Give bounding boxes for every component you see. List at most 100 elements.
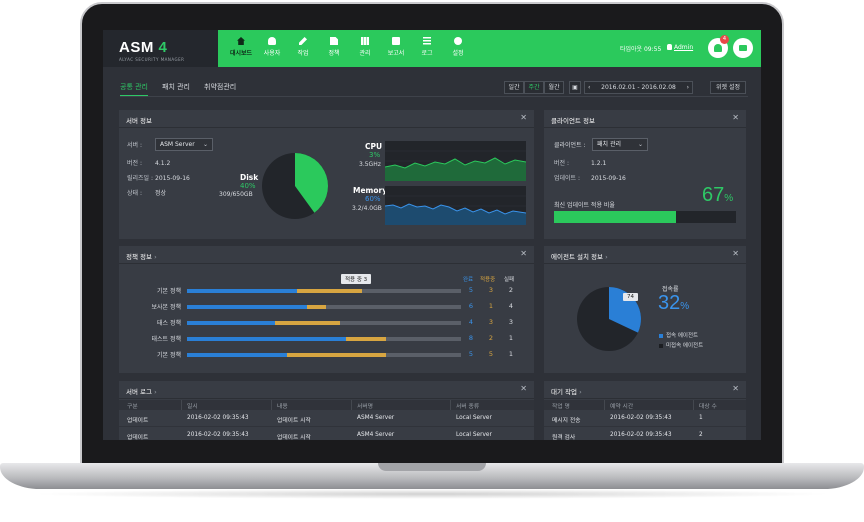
server-status-row: 상태 : 정상 [127, 190, 167, 197]
nav-item-label: 로그 [421, 50, 433, 57]
panel-header: 서버 로그 › ✕ [119, 381, 534, 399]
agent-info-panel: 에이전트 설치 정보 › ✕ 74 접속률 32% 접속 에이전트 미접속 에이… [544, 246, 746, 373]
panel-header: 서버 정보 ✕ [119, 110, 534, 128]
logo-number: 4 [158, 39, 168, 56]
tab-common[interactable]: 공통 관리 [120, 82, 148, 96]
policy-bar-progress [286, 353, 387, 357]
nav-item-0[interactable]: 대시보드 [226, 37, 256, 57]
server-select[interactable]: ASM Server ⌄ [155, 138, 213, 151]
close-icon[interactable]: ✕ [520, 250, 527, 258]
log-content: 업데이트 시작 [277, 418, 311, 424]
logo[interactable]: ASM 4 [119, 39, 167, 56]
tabs-divider [120, 96, 748, 97]
screen: ASM 4 ALYAC SECURITY MANAGER 대시보드 사용자 작업정책… [103, 30, 761, 440]
cpu-area-chart [385, 141, 526, 181]
close-icon[interactable]: ✕ [520, 385, 527, 393]
policy-row[interactable]: 태스트 정책 8 2 1 [119, 332, 531, 344]
tab-vulnerability[interactable]: 취약점관리 [204, 82, 236, 92]
nav-item-7[interactable]: 설정 [443, 37, 473, 57]
legend-disconnected: 미접속 에이전트 [659, 341, 703, 349]
policy-bar-done [187, 321, 275, 325]
connected-percent: 32% [658, 292, 690, 314]
policy-progress-count: 3 [488, 318, 494, 326]
policy-fail-count: 4 [508, 302, 514, 310]
job-target-count: 2 [699, 432, 703, 438]
policy-progress-count: 5 [488, 350, 494, 358]
column-divider [604, 400, 605, 410]
document-icon [330, 37, 338, 45]
nav-item-6[interactable]: 로그 [412, 37, 442, 57]
period-monthly-button[interactable]: 월간 [544, 81, 564, 94]
server-select-value: ASM Server [160, 141, 195, 148]
log-time: 2016-02-02 09:35:43 [187, 415, 249, 421]
admin-link[interactable]: Admin [674, 44, 693, 51]
log-server-name: ASM4 Server [357, 432, 395, 438]
policy-row[interactable]: 태스 정책 4 3 3 [119, 316, 531, 328]
period-daily-button[interactable]: 일간 [504, 81, 524, 94]
widget-settings-button[interactable]: 위젯 설정 [710, 81, 746, 94]
tab-patch[interactable]: 패치 관리 [162, 82, 190, 92]
chevron-down-icon: ⌄ [637, 141, 643, 148]
close-icon[interactable]: ✕ [732, 385, 739, 393]
policy-fail-count: 1 [508, 334, 514, 342]
client-info-panel: 클라이언트 정보 ✕ 클라이언트 : 패치 관리 ⌄ 버전 :1.2.1 업데이… [544, 110, 746, 239]
agent-info-title[interactable]: 에이전트 설치 정보 › [551, 251, 608, 261]
memory-percent: 60% [365, 195, 381, 203]
legend-progress: 적용중 [480, 277, 496, 283]
prev-arrow-icon[interactable]: ‹ [588, 82, 590, 93]
latest-update-label: 최신 업데이트 적용 비율 [554, 202, 615, 209]
latest-update-percent: 67% [702, 184, 734, 206]
client-select[interactable]: 패치 관리 ⌄ [592, 138, 648, 151]
policy-rows: 기본 정책 5 3 2 보사본 정책 6 1 4 태스 정책 4 3 3 태스트 정책 8 2 1 기본 정책 5… [119, 284, 534, 364]
nav-item-label: 보고서 [387, 50, 405, 57]
nav-item-2[interactable]: 작업 [288, 37, 318, 57]
legend-connected: 접속 에이전트 [659, 331, 698, 339]
column-divider [271, 400, 272, 410]
cpu-frequency: 3.5GHz [359, 161, 381, 168]
logo-subtitle: ALYAC SECURITY MANAGER [119, 57, 185, 62]
nav-item-label: 정책 [328, 50, 340, 57]
message-button[interactable] [733, 38, 753, 58]
chevron-right-icon: › [605, 253, 608, 261]
server-log-title[interactable]: 서버 로그 › [126, 386, 157, 396]
policy-info-title[interactable]: 정책 정보 › [126, 251, 157, 261]
row-divider [119, 426, 534, 427]
users-icon [268, 37, 276, 45]
home-icon [237, 37, 245, 45]
server-label: 서버 : [127, 142, 142, 149]
date-range-picker[interactable]: ‹ 2016.02.01 - 2016.02.08 › [584, 81, 693, 94]
server-info-title: 서버 정보 [126, 117, 152, 125]
close-icon[interactable]: ✕ [732, 250, 739, 258]
chevron-right-icon: › [154, 253, 157, 261]
policy-info-panel: 정책 정보 › ✕ 적용 중 3 완료 적용중 실패 기본 정책 5 3 2 보사본 정… [119, 246, 534, 373]
nav-item-1[interactable]: 사용자 [257, 37, 287, 57]
waiting-jobs-header: 작업 명 예약 시간 대상 수 [544, 400, 746, 410]
column-divider [693, 400, 694, 410]
cpu-percent: 3% [369, 151, 381, 159]
mail-icon [739, 45, 747, 51]
log-server-type: Local Server [456, 415, 492, 421]
column-header: 구분 [127, 404, 138, 410]
close-icon[interactable]: ✕ [520, 114, 527, 122]
job-name: 원격 검사 [552, 435, 576, 440]
nav-item-5[interactable]: 보고서 [381, 37, 411, 57]
laptop-shadow [30, 489, 834, 499]
next-arrow-icon[interactable]: › [687, 82, 689, 93]
nav-item-4[interactable]: 관리 [350, 37, 380, 57]
memory-area-chart [385, 186, 526, 225]
policy-row[interactable]: 기본 정책 5 3 2 [119, 284, 531, 296]
waiting-jobs-title[interactable]: 대기 작업 › [551, 386, 582, 396]
policy-row[interactable]: 기본 정책 5 5 1 [119, 348, 531, 360]
nav-item-label: 설정 [452, 50, 464, 57]
user-icon [667, 44, 672, 50]
server-version-row: 버전 :4.1.2 [127, 160, 171, 167]
disk-usage: 309/650GB [219, 191, 253, 198]
period-weekly-button[interactable]: 주간 [524, 81, 544, 94]
nav-item-label: 관리 [359, 50, 371, 57]
policy-row[interactable]: 보사본 정책 6 1 4 [119, 300, 531, 312]
nav-item-3[interactable]: 정책 [319, 37, 349, 57]
calendar-icon[interactable]: ▣ [569, 81, 581, 94]
policy-bar [187, 337, 461, 341]
log-server-type: Local Server [456, 432, 492, 438]
close-icon[interactable]: ✕ [732, 114, 739, 122]
